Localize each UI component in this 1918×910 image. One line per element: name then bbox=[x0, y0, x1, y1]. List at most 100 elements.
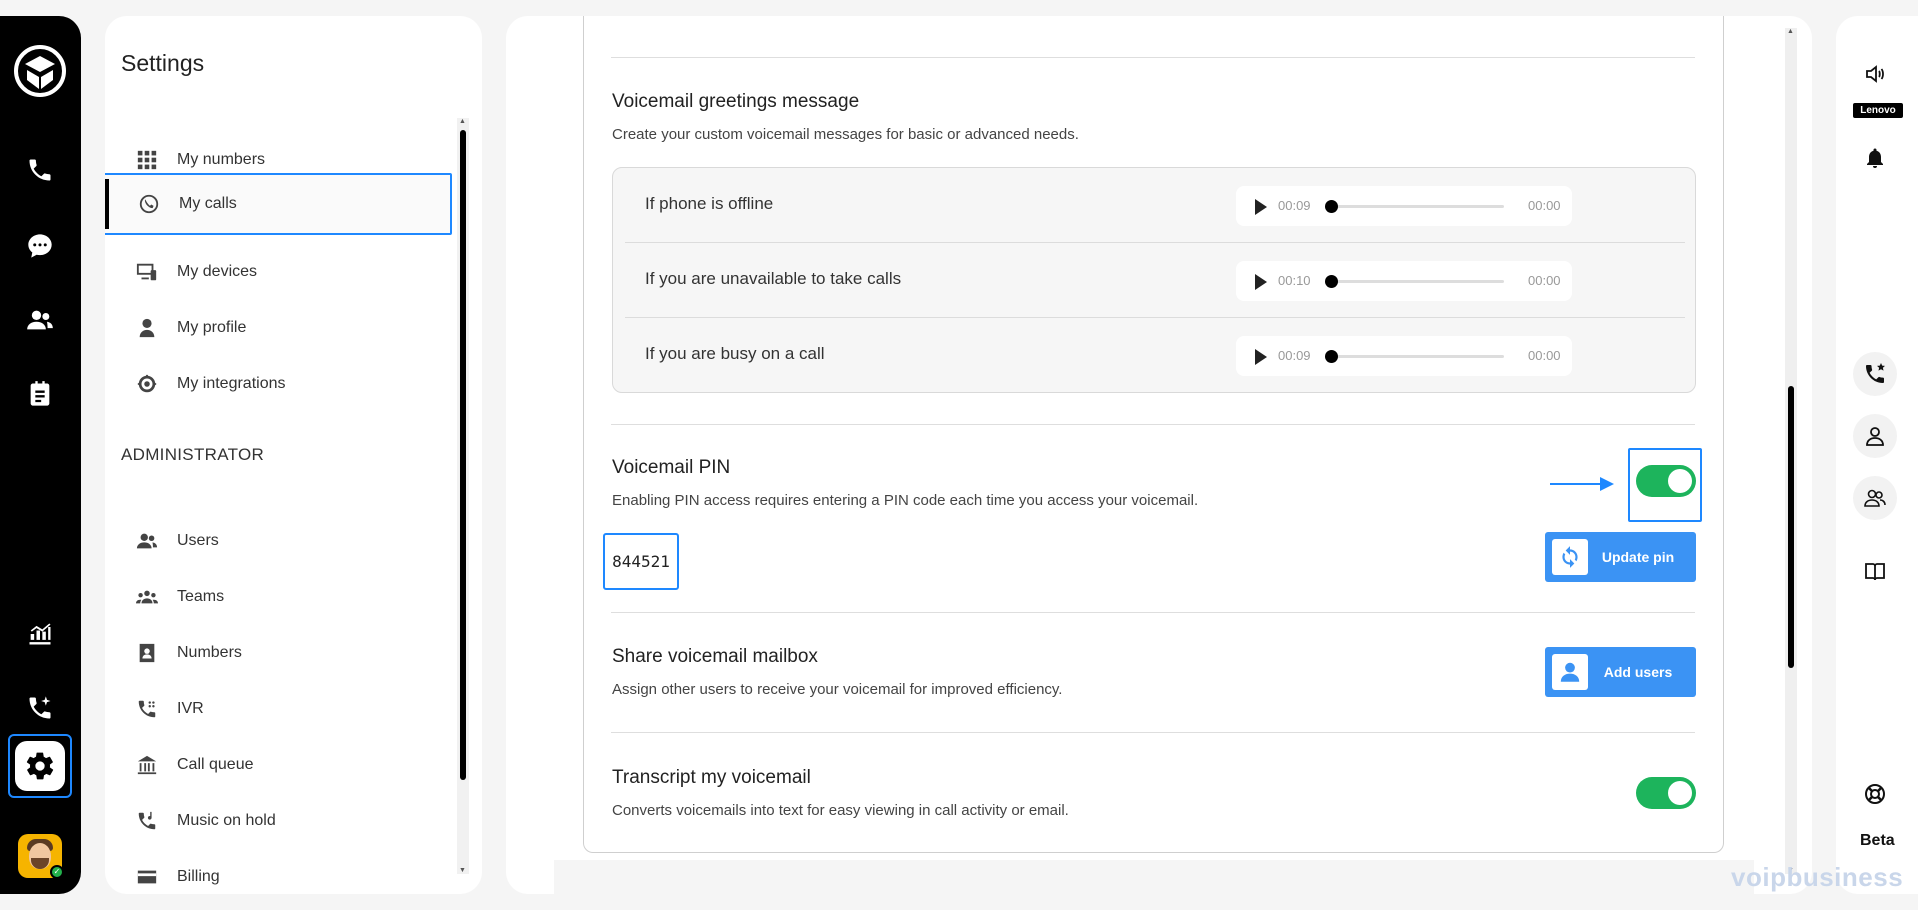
audio-duration: 00:10 bbox=[1278, 273, 1311, 288]
pin-value-field[interactable]: 844521 bbox=[603, 533, 679, 590]
greeting-label: If you are busy on a call bbox=[645, 344, 825, 363]
divider bbox=[611, 424, 1695, 425]
refresh-icon bbox=[1552, 539, 1588, 575]
teams-icon bbox=[135, 585, 159, 609]
beta-label: Beta bbox=[1860, 832, 1895, 849]
pin-toggle[interactable] bbox=[1636, 465, 1696, 497]
audio-seek-handle[interactable] bbox=[1325, 200, 1338, 213]
greetings-list: If phone is offline 00:09 00:00 If you a… bbox=[612, 167, 1696, 393]
sidebar-item-numbers[interactable]: Numbers bbox=[105, 625, 455, 681]
sidebar-item-label: My calls bbox=[179, 195, 237, 212]
sidebar-item-my-integrations[interactable]: My integrations bbox=[105, 356, 455, 412]
bottom-strip bbox=[554, 860, 1754, 894]
sidebar-item-users[interactable]: Users bbox=[105, 513, 455, 569]
call-settings-icon bbox=[137, 192, 161, 216]
audio-progress-track[interactable] bbox=[1330, 205, 1504, 208]
audio-seek-handle[interactable] bbox=[1325, 275, 1338, 288]
play-icon[interactable] bbox=[1255, 199, 1267, 215]
contacts-icon[interactable] bbox=[22, 302, 58, 338]
add-users-button[interactable]: Add users bbox=[1545, 647, 1696, 697]
app-logo-icon[interactable] bbox=[13, 44, 67, 98]
ivr-icon bbox=[135, 697, 159, 721]
music-on-hold-icon bbox=[135, 809, 159, 833]
sidebar-item-ivr[interactable]: IVR bbox=[105, 681, 455, 737]
favorite-call-icon[interactable] bbox=[1853, 352, 1897, 396]
settings-title: Settings bbox=[121, 50, 205, 76]
sidebar-item-music-on-hold[interactable]: Music on hold bbox=[105, 793, 455, 849]
support-icon[interactable] bbox=[1853, 772, 1897, 816]
main-scroll-thumb[interactable] bbox=[1788, 386, 1794, 668]
person-icon[interactable] bbox=[1853, 414, 1897, 458]
audio-progress-track[interactable] bbox=[1330, 280, 1504, 283]
main-scrollbar[interactable]: ▲ ▼ bbox=[1785, 28, 1797, 874]
audio-position: 00:00 bbox=[1528, 273, 1561, 288]
device-label: Lenovo bbox=[1853, 103, 1903, 118]
sidebar-item-teams[interactable]: Teams bbox=[105, 569, 455, 625]
sidebar-scrollbar[interactable]: ▲ ▼ bbox=[457, 118, 469, 874]
sidebar-item-label: My numbers bbox=[177, 151, 266, 168]
transcript-description: Converts voicemails into text for easy v… bbox=[612, 802, 1069, 819]
sidebar-item-my-profile[interactable]: My profile bbox=[105, 300, 455, 356]
play-icon[interactable] bbox=[1255, 274, 1267, 290]
sidebar-item-call-queue[interactable]: Call queue bbox=[105, 737, 455, 793]
play-icon[interactable] bbox=[1255, 349, 1267, 365]
audio-player: 00:09 00:00 bbox=[1236, 336, 1572, 376]
divider bbox=[611, 732, 1695, 733]
greeting-row-offline: If phone is offline 00:09 00:00 bbox=[625, 168, 1685, 243]
settings-nav-button[interactable] bbox=[8, 734, 72, 798]
speaker-icon[interactable] bbox=[1853, 52, 1897, 96]
update-pin-button[interactable]: Update pin bbox=[1545, 532, 1696, 582]
scroll-up-icon[interactable]: ▲ bbox=[1787, 28, 1794, 35]
toggle-knob bbox=[1668, 469, 1692, 493]
billing-icon bbox=[135, 865, 159, 889]
sidebar-item-label: Users bbox=[177, 532, 219, 549]
audio-seek-handle[interactable] bbox=[1325, 350, 1338, 363]
grid-icon bbox=[135, 148, 159, 172]
sidebar-item-label: Billing bbox=[177, 868, 220, 885]
share-title: Share voicemail mailbox bbox=[612, 646, 818, 667]
scroll-down-icon[interactable]: ▼ bbox=[459, 867, 466, 874]
greeting-label: If you are unavailable to take calls bbox=[645, 269, 902, 288]
audio-position: 00:00 bbox=[1528, 348, 1561, 363]
scroll-up-icon[interactable]: ▲ bbox=[459, 118, 466, 125]
notes-icon[interactable] bbox=[22, 376, 58, 412]
greetings-title: Voicemail greetings message bbox=[612, 91, 860, 112]
divider bbox=[611, 612, 1695, 613]
sidebar-scroll-thumb[interactable] bbox=[460, 130, 466, 780]
greeting-row-unavailable: If you are unavailable to take calls 00:… bbox=[625, 243, 1685, 318]
analytics-icon[interactable] bbox=[22, 616, 58, 652]
group-icon[interactable] bbox=[1853, 476, 1897, 520]
add-users-label: Add users bbox=[1603, 664, 1673, 680]
contact-card-icon bbox=[135, 641, 159, 665]
sidebar-item-label: My profile bbox=[177, 319, 247, 336]
update-pin-label: Update pin bbox=[1601, 549, 1675, 565]
greeting-row-busy: If you are busy on a call 00:09 00:00 bbox=[625, 318, 1685, 393]
audio-duration: 00:09 bbox=[1278, 198, 1311, 213]
toggle-knob bbox=[1668, 781, 1692, 805]
chat-icon[interactable] bbox=[22, 228, 58, 264]
sidebar-item-label: Numbers bbox=[177, 644, 242, 661]
bell-icon[interactable] bbox=[1853, 136, 1897, 180]
phone-icon[interactable] bbox=[22, 152, 58, 188]
call-spark-icon[interactable] bbox=[22, 690, 58, 726]
sidebar-item-billing[interactable]: Billing bbox=[105, 849, 455, 894]
audio-duration: 00:09 bbox=[1278, 348, 1311, 363]
sidebar-item-my-calls[interactable]: My calls bbox=[105, 173, 452, 235]
annotation-arrow-icon bbox=[1550, 477, 1614, 491]
audio-player: 00:09 00:00 bbox=[1236, 186, 1572, 226]
book-icon[interactable] bbox=[1853, 550, 1897, 594]
sidebar-item-label: Call queue bbox=[177, 756, 254, 773]
audio-position: 00:00 bbox=[1528, 198, 1561, 213]
greeting-label: If phone is offline bbox=[645, 194, 774, 213]
transcript-title: Transcript my voicemail bbox=[612, 767, 811, 788]
online-status-icon: ✓ bbox=[50, 865, 64, 879]
call-queue-icon bbox=[135, 753, 159, 777]
app-rail: ✓ bbox=[0, 16, 81, 894]
sidebar-item-my-devices[interactable]: My devices bbox=[105, 244, 455, 300]
sidebar-item-label: IVR bbox=[177, 700, 204, 717]
user-icon bbox=[135, 316, 159, 340]
greetings-description: Create your custom voicemail messages fo… bbox=[612, 126, 1079, 143]
audio-progress-track[interactable] bbox=[1330, 355, 1504, 358]
pin-description: Enabling PIN access requires entering a … bbox=[612, 492, 1199, 509]
transcript-toggle[interactable] bbox=[1636, 777, 1696, 809]
